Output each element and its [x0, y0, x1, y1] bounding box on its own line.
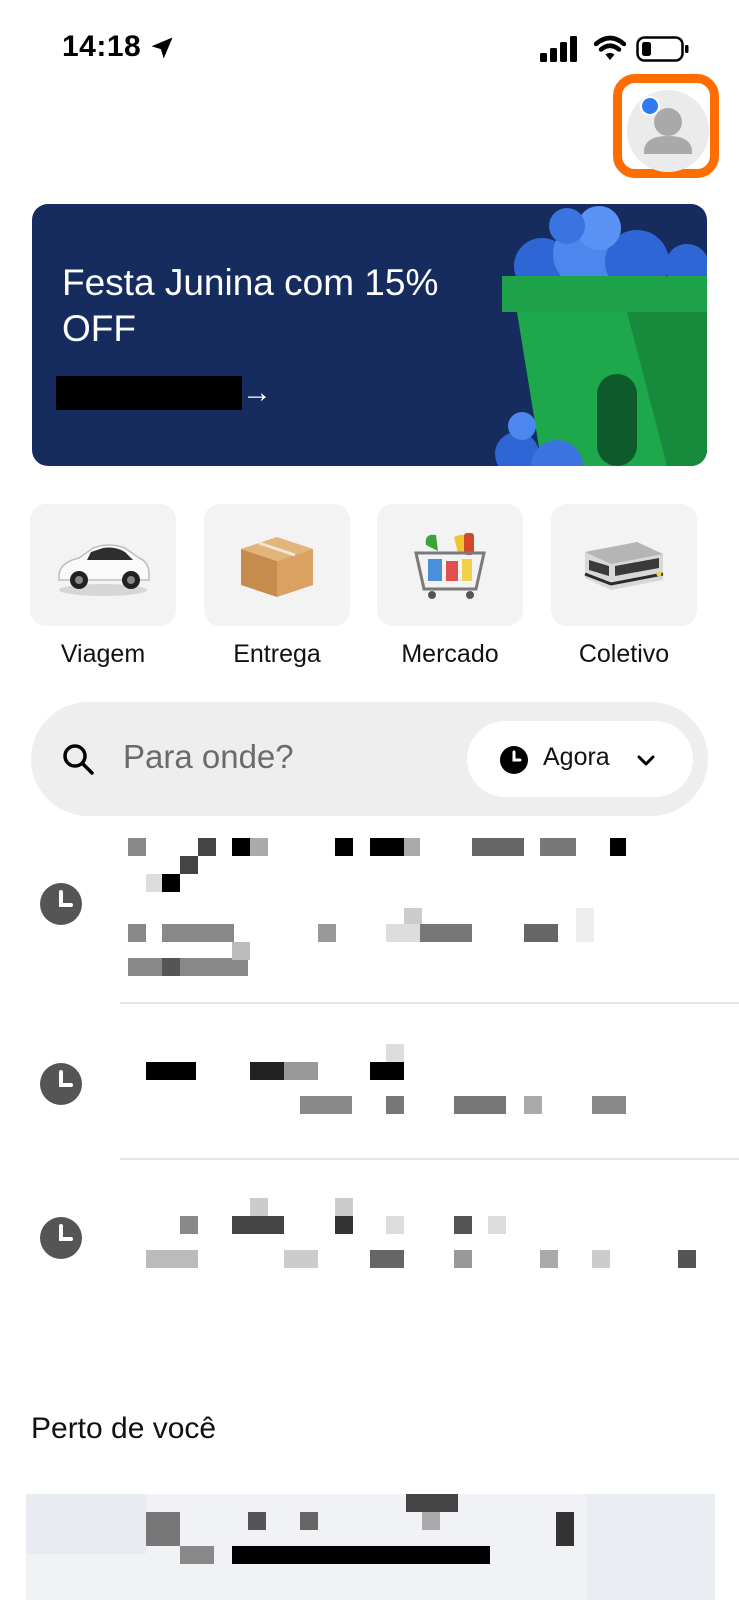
schedule-selector[interactable]: Agora: [467, 721, 693, 797]
location-arrow-icon: [151, 37, 173, 59]
recent-place-item[interactable]: [0, 1004, 739, 1160]
user-avatar-icon: [627, 90, 709, 172]
promo-banner[interactable]: Festa Junina com 15% OFF →: [32, 204, 707, 466]
promo-cta-redacted[interactable]: [56, 376, 242, 410]
package-icon: [241, 537, 313, 597]
clock-icon: [40, 883, 82, 925]
cellular-signal-icon: [540, 36, 577, 62]
battery-icon: [636, 36, 689, 62]
shortcut-tile[interactable]: [204, 504, 350, 626]
promo-illustration: [495, 206, 707, 466]
shortcut-tile[interactable]: [377, 504, 523, 626]
search-icon: [63, 744, 94, 775]
shortcut-viagem[interactable]: Viagem: [30, 504, 176, 676]
recent-place-item[interactable]: [0, 1160, 739, 1320]
promo-title: Festa Junina com 15% OFF: [62, 262, 439, 349]
schedule-label: Agora: [543, 743, 610, 771]
wifi-icon: [594, 35, 626, 60]
train-icon: [584, 542, 664, 590]
shortcut-label: Coletivo: [578, 640, 670, 668]
clock-icon: [500, 746, 528, 774]
search-placeholder[interactable]: Para onde?: [123, 738, 294, 776]
shortcut-entrega[interactable]: Entrega: [204, 504, 350, 676]
service-shortcuts: Viagem Entrega Mercado Coletivo: [30, 504, 716, 676]
shortcut-label: Entrega: [233, 640, 321, 668]
chevron-down-icon: [637, 755, 655, 766]
shortcut-label: Mercado: [401, 640, 499, 668]
nearby-map-preview[interactable]: [26, 1494, 715, 1600]
clock-icon: [40, 1217, 82, 1259]
car-icon: [58, 544, 150, 596]
clock-icon: [40, 1063, 82, 1105]
shortcut-tile[interactable]: [30, 504, 176, 626]
shortcut-label: Viagem: [60, 640, 146, 668]
status-time: 14:18: [62, 30, 142, 63]
shortcut-tile[interactable]: [551, 504, 697, 626]
where-to-search-bar[interactable]: Para onde? Agora: [31, 702, 708, 816]
grocery-basket-icon: [414, 533, 486, 599]
recent-place-item[interactable]: [0, 820, 739, 1004]
notification-dot: [640, 96, 660, 116]
shortcut-mercado[interactable]: Mercado: [377, 504, 523, 676]
shortcut-coletivo[interactable]: Coletivo: [551, 504, 697, 676]
profile-avatar[interactable]: [627, 90, 709, 172]
arrow-right-icon: →: [242, 376, 272, 409]
nearby-section-title: Perto de você: [31, 1412, 217, 1445]
